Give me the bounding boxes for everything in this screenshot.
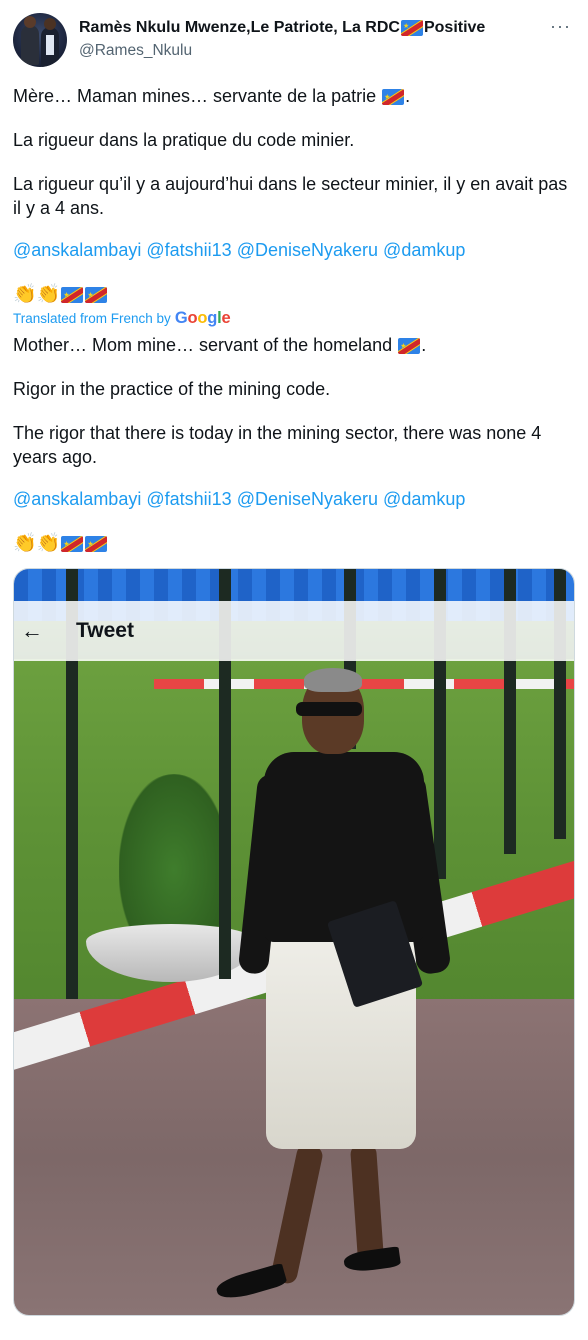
translation-label: Translated from French by bbox=[13, 311, 171, 326]
photo-scene: ← Tweet bbox=[14, 569, 574, 1315]
author-display-name-text: Ramès Nkulu Mwenze,Le Patriote, La RDC bbox=[79, 19, 400, 36]
avatar-shirt bbox=[46, 35, 54, 55]
tweet-header: Ramès Nkulu Mwenze,Le Patriote, La RDC P… bbox=[13, 13, 575, 69]
translated-line-1-end: . bbox=[421, 335, 427, 355]
drc-flag-icon bbox=[61, 287, 84, 304]
tweet-media-photo[interactable]: ← Tweet bbox=[13, 568, 575, 1316]
drc-flag-icon bbox=[400, 20, 423, 36]
drc-flag-icon bbox=[85, 287, 108, 304]
mention-link[interactable]: @DeniseNyakeru bbox=[237, 240, 378, 260]
author-display-name[interactable]: Ramès Nkulu Mwenze,Le Patriote, La RDC P… bbox=[79, 18, 485, 38]
original-line-3: La rigueur qu’il y a aujourd’hui dans le… bbox=[13, 174, 568, 218]
photo-woman-glasses bbox=[296, 702, 362, 716]
translated-mentions: @anskalambayi @fatshii13 @DeniseNyakeru … bbox=[13, 487, 575, 511]
mention-link[interactable]: @damkup bbox=[383, 240, 465, 260]
original-line-1: Mère… Maman mines… servante de la patrie… bbox=[13, 84, 575, 108]
avatar[interactable] bbox=[13, 13, 67, 67]
mention-link[interactable]: @DeniseNyakeru bbox=[237, 489, 378, 509]
drc-flag-icon bbox=[61, 536, 84, 553]
mention-link[interactable]: @anskalambayi bbox=[13, 240, 141, 260]
original-line-2: La rigueur dans la pratique du code mini… bbox=[13, 130, 355, 150]
original-line-1-text: Mère… Maman mines… servante de la patrie bbox=[13, 86, 377, 106]
translated-line-1: Mother… Mom mine… servant of the homelan… bbox=[13, 333, 575, 357]
translated-line-2: Rigor in the practice of the mining code… bbox=[13, 379, 331, 399]
clap-icon: 👏 bbox=[36, 284, 61, 306]
photo-woman-shoe bbox=[342, 1246, 402, 1274]
mention-link[interactable]: @damkup bbox=[383, 489, 465, 509]
translation-attribution[interactable]: Translated from French by Google bbox=[13, 309, 231, 328]
translated-emoji-row: 👏👏 bbox=[13, 531, 575, 555]
clap-icon: 👏 bbox=[13, 533, 37, 555]
translated-line-3: The rigor that there is today in the min… bbox=[13, 423, 542, 467]
clap-icon: 👏 bbox=[13, 284, 37, 306]
original-emoji-row: 👏👏 bbox=[13, 282, 575, 306]
embedded-tweet-header-bar: ← Tweet bbox=[14, 601, 574, 661]
more-options-icon[interactable]: ··· bbox=[550, 17, 571, 35]
translated-line-1-text: Mother… Mom mine… servant of the homelan… bbox=[13, 335, 393, 355]
photo-woman-hair bbox=[304, 668, 362, 692]
original-mentions: @anskalambayi @fatshii13 @DeniseNyakeru … bbox=[13, 238, 575, 262]
embedded-tweet-title: Tweet bbox=[76, 619, 134, 642]
drc-flag-icon bbox=[382, 89, 405, 106]
clap-icon: 👏 bbox=[36, 533, 61, 555]
drc-flag-icon bbox=[85, 536, 108, 553]
author-display-name-suffix: Positive bbox=[423, 19, 486, 36]
author-handle[interactable]: @Rames_Nkulu bbox=[79, 41, 485, 61]
author-names: Ramès Nkulu Mwenze,Le Patriote, La RDC P… bbox=[79, 18, 485, 61]
mention-link[interactable]: @fatshii13 bbox=[146, 489, 231, 509]
mention-link[interactable]: @fatshii13 bbox=[146, 240, 231, 260]
photo-woman-leg bbox=[349, 1143, 385, 1263]
drc-flag-icon bbox=[398, 338, 421, 355]
original-line-1-end: . bbox=[405, 86, 411, 106]
photo-woman bbox=[214, 668, 464, 1304]
photo-plant bbox=[119, 774, 229, 934]
back-arrow-icon: ← bbox=[21, 618, 43, 643]
mention-link[interactable]: @anskalambayi bbox=[13, 489, 141, 509]
google-logo-icon: Google bbox=[174, 309, 231, 327]
avatar-person-left bbox=[21, 16, 39, 65]
